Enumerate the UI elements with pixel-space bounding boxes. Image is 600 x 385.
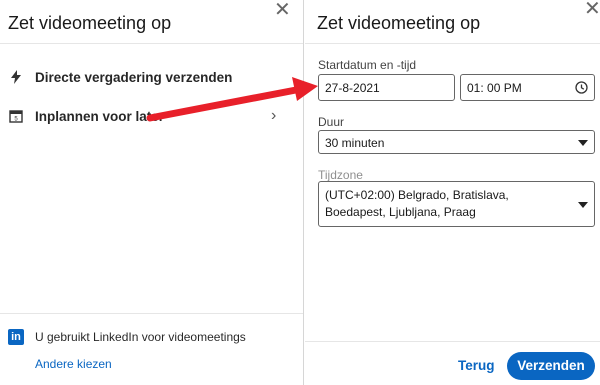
header-divider [0,43,303,44]
footer-divider [305,341,600,342]
left-dialog: Zet videomeeting op ✕ Directe vergaderin… [0,0,304,385]
clock-icon [575,81,588,99]
right-dialog: Zet videomeeting op ✕ Startdatum en -tij… [305,0,600,385]
chevron-down-icon [578,202,588,208]
time-value: 01: 00 PM [467,81,522,95]
choose-other-link[interactable]: Andere kiezen [35,357,112,371]
dialog-title: Zet videomeeting op [317,13,481,33]
timezone-label: Tijdzone [318,168,363,182]
dialog-title: Zet videomeeting op [8,13,172,33]
duration-value: 30 minuten [325,136,385,150]
option-label: Inplannen voor later [35,108,165,124]
time-input[interactable]: 01: 00 PM [460,74,595,101]
send-button[interactable]: Verzenden [507,352,595,380]
option-label: Directe vergadering verzenden [35,69,233,85]
date-input[interactable]: 27-8-2021 [318,74,455,101]
duration-select[interactable]: 30 minuten [318,130,595,154]
chevron-down-icon [578,140,588,146]
back-button[interactable]: Terug [458,358,495,373]
close-icon[interactable]: ✕ [584,0,600,19]
linkedin-logo: in [8,329,24,345]
timezone-value: (UTC+02:00) Belgrado, Bratislava, Boedap… [325,188,509,219]
close-icon[interactable]: ✕ [274,0,291,20]
calendar-icon: 5 [9,109,23,123]
duration-label: Duur [318,115,345,129]
header-divider [305,43,600,44]
option-schedule-later[interactable]: 5 Inplannen voor later › [0,101,303,131]
provider-row: in U gebruikt LinkedIn voor videomeeting… [0,327,303,347]
option-instant-meeting[interactable]: Directe vergadering verzenden [0,62,303,92]
start-label: Startdatum en -tijd [318,58,417,72]
date-value: 27-8-2021 [325,81,380,95]
footer-divider [0,313,303,314]
chevron-right-icon: › [271,107,277,124]
timezone-select[interactable]: (UTC+02:00) Belgrado, Bratislava, Boedap… [318,181,595,227]
provider-text: U gebruikt LinkedIn voor videomeetings [35,330,246,344]
lightning-icon [9,70,23,84]
